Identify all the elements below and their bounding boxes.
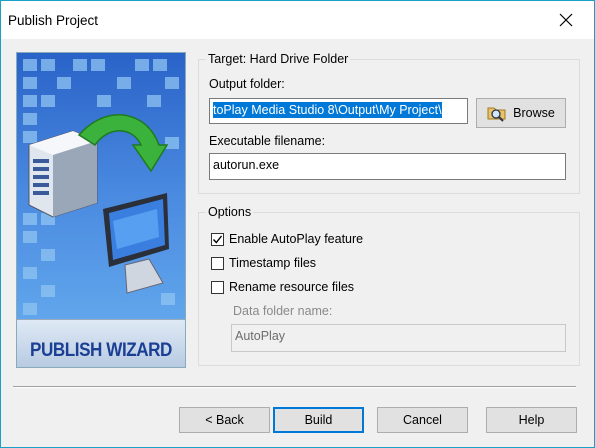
timestamp-files-box[interactable] — [211, 256, 224, 270]
output-folder-value: toPlay Media Studio 8\Output\My Project\ — [213, 102, 442, 118]
separator — [13, 386, 576, 388]
back-button[interactable]: < Back — [179, 407, 270, 433]
executable-filename-field[interactable]: autorun.exe — [209, 153, 566, 180]
build-button[interactable]: Build — [273, 407, 364, 433]
enable-autoplay-box[interactable] — [211, 232, 224, 246]
cancel-label: Cancel — [403, 413, 442, 427]
rename-resource-checkbox[interactable]: Rename resource files — [211, 279, 354, 295]
wizard-artwork-icon — [23, 59, 179, 315]
data-folder-label: Data folder name: — [233, 304, 333, 318]
help-button[interactable]: Help — [486, 407, 577, 433]
wizard-label-band: PUBLISH WIZARD — [17, 319, 185, 367]
timestamp-files-label: Timestamp files — [229, 256, 317, 270]
options-legend: Options — [208, 205, 252, 219]
close-icon — [559, 13, 573, 27]
folder-search-icon — [487, 107, 506, 122]
executable-filename-label: Executable filename: — [209, 134, 326, 148]
browse-label: Browse — [513, 106, 555, 120]
browse-button[interactable]: Browse — [476, 98, 566, 128]
enable-autoplay-checkbox[interactable]: Enable AutoPlay feature — [211, 231, 363, 247]
checkmark-icon — [212, 235, 223, 244]
help-label: Help — [518, 413, 545, 427]
close-button[interactable] — [544, 3, 588, 37]
rename-resource-box[interactable] — [211, 280, 224, 294]
window-title: Publish Project — [8, 13, 99, 28]
wizard-label: PUBLISH WIZARD — [30, 340, 172, 361]
wizard-image: PUBLISH WIZARD — [16, 52, 186, 368]
cancel-button[interactable]: Cancel — [377, 407, 468, 433]
output-folder-field[interactable]: toPlay Media Studio 8\Output\My Project\ — [209, 98, 468, 124]
build-label: Build — [304, 413, 333, 427]
enable-autoplay-label: Enable AutoPlay feature — [229, 232, 364, 246]
back-label: < Back — [205, 413, 244, 427]
timestamp-files-checkbox[interactable]: Timestamp files — [211, 255, 316, 271]
data-folder-value: AutoPlay — [235, 329, 286, 343]
target-legend: Target: Hard Drive Folder — [208, 52, 349, 66]
rename-resource-label: Rename resource files — [229, 280, 355, 294]
data-folder-field[interactable]: AutoPlay — [231, 324, 566, 352]
title-bar[interactable]: Publish Project — [1, 1, 594, 39]
output-folder-label: Output folder: — [209, 77, 285, 91]
executable-filename-value: autorun.exe — [213, 158, 280, 172]
